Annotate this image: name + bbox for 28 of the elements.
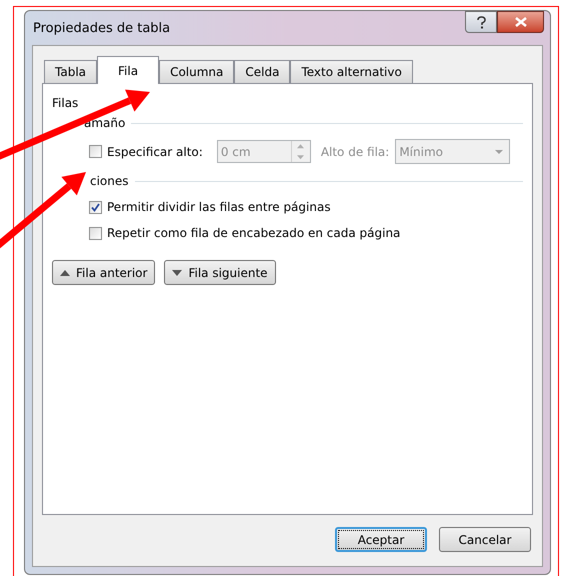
checkbox-label: Repetir como fila de encabezado en cada página bbox=[107, 225, 400, 242]
triangle-down-icon bbox=[172, 270, 182, 276]
section-heading: Filas bbox=[52, 95, 80, 112]
tab[interactable]: Celda bbox=[234, 60, 290, 83]
checkbox[interactable] bbox=[89, 145, 102, 158]
group-title: amaño bbox=[84, 115, 126, 132]
help-button[interactable] bbox=[465, 11, 497, 33]
close-button[interactable] bbox=[497, 11, 544, 33]
triangle-up-icon bbox=[60, 270, 70, 276]
tab[interactable]: Columna bbox=[159, 60, 234, 83]
help-icon bbox=[476, 16, 486, 28]
close-icon bbox=[514, 17, 526, 27]
tab[interactable]: Texto alternativo bbox=[290, 60, 413, 83]
window-title: Propiedades de tabla bbox=[33, 20, 170, 38]
field-label: Alto de fila: bbox=[320, 144, 390, 160]
tab[interactable]: Tabla bbox=[44, 60, 98, 83]
tab[interactable]: Fila bbox=[97, 56, 160, 84]
dropdown-arrow-icon bbox=[493, 148, 506, 156]
checkbox[interactable] bbox=[89, 226, 102, 240]
checkbox-label: Permitir dividir las filas entre páginas bbox=[107, 199, 331, 216]
checkbox[interactable] bbox=[89, 200, 102, 214]
nav-button[interactable]: Fila siguiente bbox=[164, 260, 276, 285]
dialog-button[interactable]: Cancelar bbox=[439, 527, 531, 552]
checkbox-label: Especificar alto: bbox=[107, 144, 203, 160]
dialog-button[interactable]: Aceptar bbox=[335, 527, 427, 552]
check-icon bbox=[91, 202, 100, 212]
group-title: ciones bbox=[90, 173, 129, 190]
nav-button[interactable]: Fila anterior bbox=[52, 260, 156, 285]
